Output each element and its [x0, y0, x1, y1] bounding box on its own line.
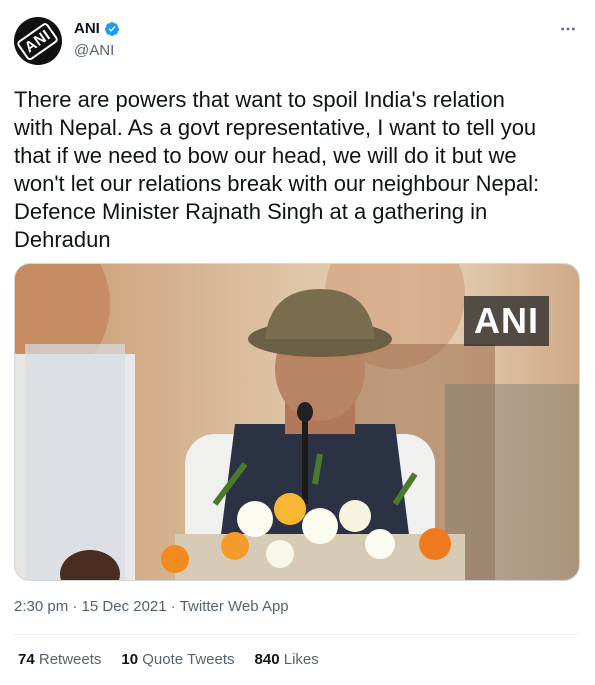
quote-tweets-count: 10 [121, 651, 139, 668]
verified-badge-icon [104, 21, 119, 36]
likes-label: Likes [283, 651, 319, 668]
tweet-source-link[interactable]: Twitter Web App [180, 598, 289, 615]
more-options-button[interactable] [557, 18, 579, 40]
divider [14, 634, 581, 635]
retweets-count: 74 [18, 651, 35, 668]
author-avatar[interactable]: ANI [14, 17, 62, 65]
likes-stat[interactable]: 840 Likes [255, 651, 319, 668]
author-handle[interactable]: @ANI [74, 42, 114, 59]
author-display-name[interactable]: ANI [74, 20, 100, 37]
likes-count: 840 [254, 651, 280, 668]
tweet-media-image[interactable]: ANI [14, 263, 580, 581]
avatar-logo-text: ANI [16, 20, 60, 62]
tweet-time-link[interactable]: 2:30 pm [14, 598, 68, 615]
tweet-text: There are powers that want to spoil Indi… [14, 87, 540, 252]
tweet-meta: 2:30 pm · 15 Dec 2021 · Twitter Web App [14, 598, 289, 615]
media-watermark: ANI [464, 296, 549, 346]
quote-tweets-stat[interactable]: 10 Quote Tweets [121, 651, 234, 668]
author-name-row[interactable]: ANI [74, 20, 120, 37]
meta-separator-2: · [170, 598, 176, 615]
quote-tweets-label: Quote Tweets [142, 651, 235, 668]
tweet-date-link[interactable]: 15 Dec 2021 [82, 598, 167, 615]
more-options-icon [561, 27, 575, 31]
tweet-stats: 74 Retweets 10 Quote Tweets 840 Likes [18, 651, 319, 668]
retweets-stat[interactable]: 74 Retweets [18, 651, 101, 668]
meta-separator: · [72, 598, 78, 615]
retweets-label: Retweets [38, 651, 102, 668]
